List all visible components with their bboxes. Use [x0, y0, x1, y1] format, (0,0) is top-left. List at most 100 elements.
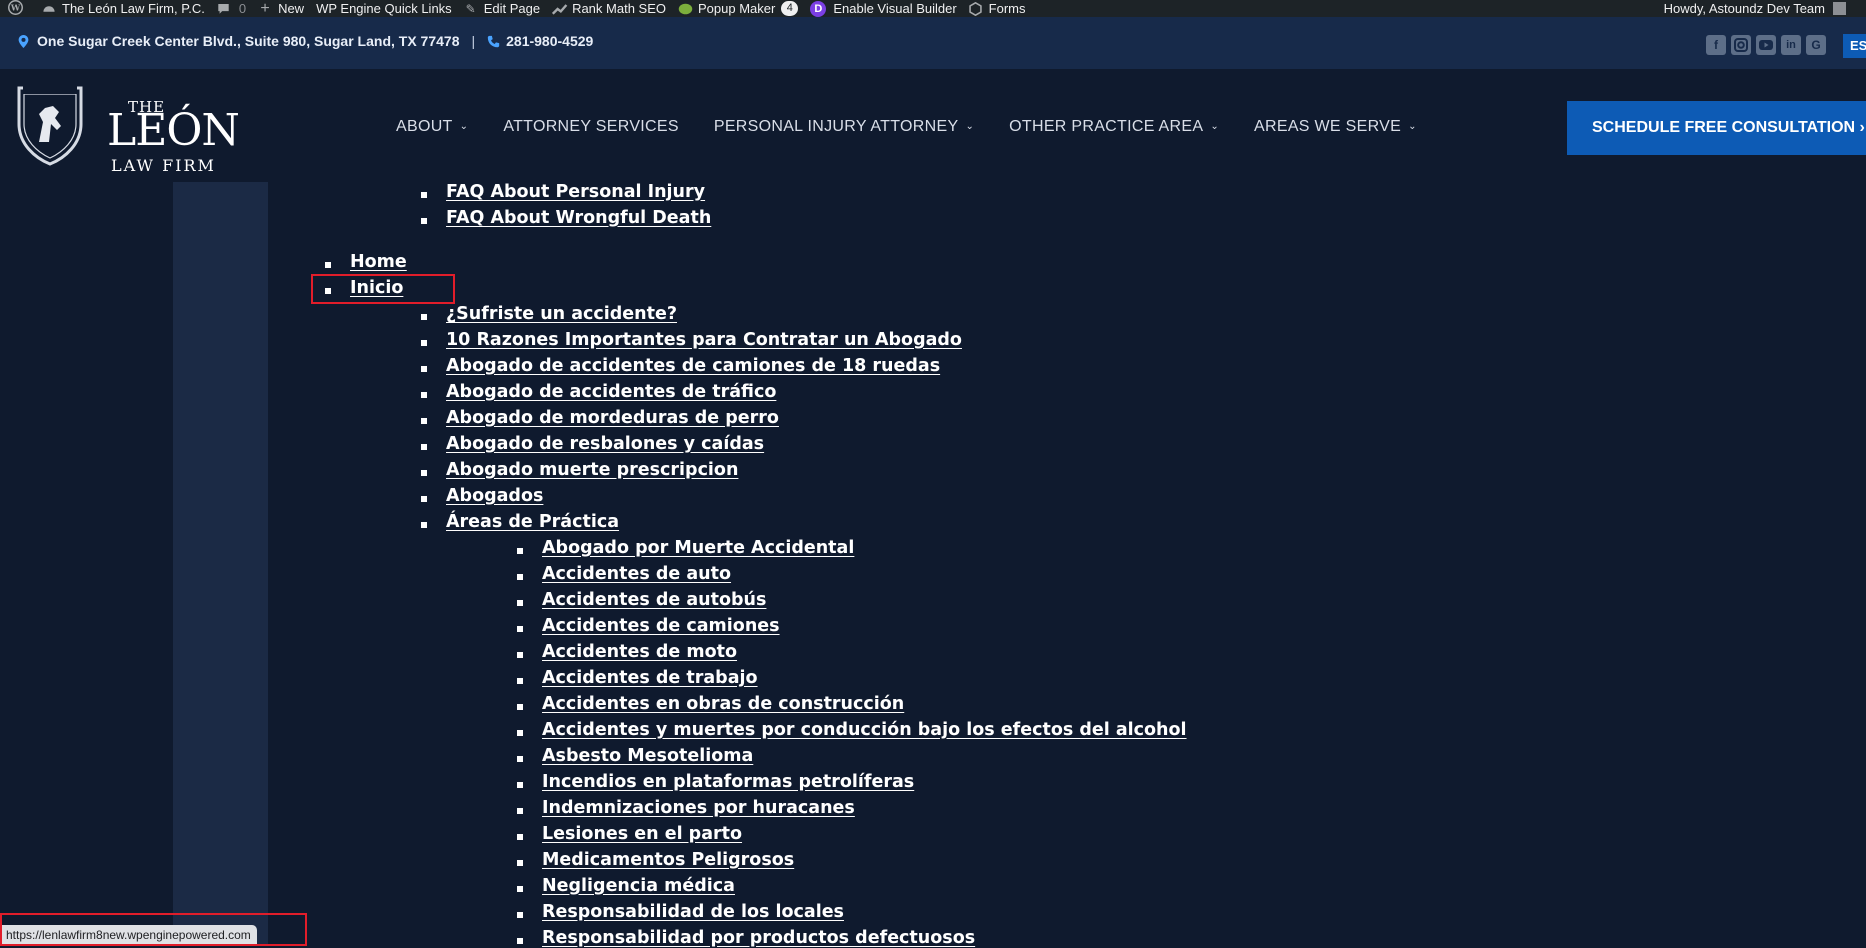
list-item-link[interactable]: Abogado de accidentes de tráfico — [446, 382, 776, 402]
list-item-link[interactable]: Medicamentos Peligrosos — [542, 850, 794, 870]
wp-engine-label: WP Engine Quick Links — [316, 1, 452, 16]
list-item-link[interactable]: Lesiones en el parto — [542, 824, 742, 844]
nav-attorney-services-label: ATTORNEY SERVICES — [503, 118, 679, 135]
list-bullet — [517, 834, 523, 840]
list-bullet — [325, 262, 331, 268]
nav-personal-injury-label: PERSONAL INJURY ATTORNEY — [713, 118, 959, 135]
list-bullet — [421, 340, 427, 346]
list-item-link[interactable]: Abogados — [446, 486, 543, 506]
list-bullet — [517, 886, 523, 892]
comment-icon — [217, 2, 231, 16]
comments-link[interactable]: 0 — [217, 0, 246, 17]
list-item-link[interactable]: Abogado por Muerte Accidental — [542, 538, 854, 558]
logo-law-firm: LAW FIRM — [111, 156, 216, 175]
faq-personal-injury-link[interactable]: FAQ About Personal Injury — [446, 182, 705, 202]
forms-label: Forms — [988, 1, 1026, 16]
edit-page-link[interactable]: ✎ Edit Page — [464, 0, 540, 17]
list-item-link[interactable]: Negligencia médica — [542, 876, 735, 896]
nav-areas-we-serve-label: AREAS WE SERVE — [1254, 118, 1402, 135]
new-label: New — [278, 1, 305, 16]
forms-link[interactable]: Forms — [969, 0, 1026, 17]
list-bullet — [421, 470, 427, 476]
list-item-link[interactable]: Accidentes de camiones — [542, 616, 780, 636]
wordpress-icon: W — [6, 0, 24, 17]
list-item-link[interactable]: Abogado de mordeduras de perro — [446, 408, 779, 428]
list-bullet — [421, 522, 427, 528]
popup-maker-link[interactable]: Popup Maker 4 — [678, 0, 799, 17]
visual-builder-link[interactable]: D Enable Visual Builder — [810, 0, 957, 17]
social-links: f in G — [1706, 35, 1831, 55]
list-bullet — [517, 860, 523, 866]
schedule-consultation-button[interactable]: SCHEDULE FREE CONSULTATION › — [1567, 101, 1866, 155]
list-bullet — [421, 218, 427, 224]
svg-text:W: W — [9, 3, 20, 13]
wp-engine-quick-links[interactable]: WP Engine Quick Links — [316, 0, 452, 17]
list-bullet — [517, 574, 523, 580]
list-bullet — [517, 626, 523, 632]
site-name-label: The León Law Firm, P.C. — [62, 1, 205, 16]
new-content-link[interactable]: + New — [258, 0, 304, 17]
list-item-link[interactable]: Abogado de accidentes de camiones de 18 … — [446, 356, 940, 376]
list-bullet — [517, 756, 523, 762]
nav-personal-injury-attorney[interactable]: PERSONAL INJURY ATTORNEY ⌄ — [714, 118, 974, 136]
list-bullet — [517, 808, 523, 814]
list-item-link[interactable]: Áreas de Práctica — [446, 512, 619, 532]
list-item-link[interactable]: Accidentes de moto — [542, 642, 737, 662]
list-bullet — [517, 652, 523, 658]
list-bullet — [517, 600, 523, 606]
phone-link[interactable]: 281-980-4529 — [506, 33, 593, 49]
list-item-link[interactable]: Accidentes de trabajo — [542, 668, 758, 688]
youtube-icon[interactable] — [1756, 35, 1776, 55]
nav-attorney-services[interactable]: ATTORNEY SERVICES — [503, 118, 679, 136]
list-item-link[interactable]: Abogado muerte prescripcion — [446, 460, 738, 480]
top-info-bar: One Sugar Creek Center Blvd., Suite 980,… — [0, 17, 1866, 69]
list-bullet — [517, 678, 523, 684]
list-item-link[interactable]: Accidentes en obras de construcción — [542, 694, 904, 714]
nav-about[interactable]: ABOUT ⌄ — [396, 118, 468, 136]
nav-other-practice-area[interactable]: OTHER PRACTICE AREA ⌄ — [1009, 118, 1219, 136]
comments-count: 0 — [238, 1, 247, 16]
chevron-down-icon: ⌄ — [1408, 120, 1417, 132]
site-logo[interactable]: THE LEÓN LAW FIRM — [15, 82, 240, 175]
popup-maker-icon — [678, 2, 693, 16]
list-bullet — [421, 496, 427, 502]
list-item-link[interactable]: Indemnizaciones por huracanes — [542, 798, 855, 818]
list-bullet — [421, 192, 427, 198]
language-switcher[interactable]: ES — [1843, 34, 1866, 58]
list-item-link[interactable]: Accidentes de autobús — [542, 590, 766, 610]
linkedin-icon[interactable]: in — [1781, 35, 1801, 55]
instagram-icon[interactable] — [1731, 35, 1751, 55]
site-name-link[interactable]: The León Law Firm, P.C. — [42, 0, 205, 17]
list-item-link[interactable]: Asbesto Mesotelioma — [542, 746, 753, 766]
google-icon[interactable]: G — [1806, 35, 1826, 55]
list-item-link[interactable]: Accidentes de auto — [542, 564, 731, 584]
dashboard-icon — [42, 2, 56, 16]
list-item-link[interactable]: Accidentes y muertes por conducción bajo… — [542, 720, 1187, 740]
visual-builder-label: Enable Visual Builder — [833, 1, 957, 16]
howdy-label: Howdy, Astoundz Dev Team — [1663, 1, 1825, 16]
list-bullet — [421, 366, 427, 372]
separator: | — [471, 33, 476, 49]
list-item-link[interactable]: Responsabilidad por productos defectuoso… — [542, 928, 975, 948]
list-item-link[interactable]: ¿Sufriste un accidente? — [446, 304, 677, 324]
address-link[interactable]: One Sugar Creek Center Blvd., Suite 980,… — [37, 33, 459, 49]
account-menu[interactable]: Howdy, Astoundz Dev Team — [1664, 0, 1846, 17]
rank-math-link[interactable]: Rank Math SEO — [552, 0, 666, 17]
avatar — [1833, 2, 1846, 15]
list-bullet — [517, 782, 523, 788]
nav-other-practice-label: OTHER PRACTICE AREA — [1009, 118, 1204, 135]
highlight-box — [311, 274, 455, 304]
plus-icon: + — [260, 0, 270, 17]
list-item-link[interactable]: Abogado de resbalones y caídas — [446, 434, 764, 454]
nav-areas-we-serve[interactable]: AREAS WE SERVE ⌄ — [1254, 118, 1417, 136]
list-bullet — [517, 704, 523, 710]
home-link[interactable]: Home — [350, 252, 407, 272]
facebook-icon[interactable]: f — [1706, 35, 1726, 55]
wordpress-logo-button[interactable]: W — [6, 0, 30, 17]
chevron-down-icon: ⌄ — [965, 120, 975, 132]
faq-wrongful-death-link[interactable]: FAQ About Wrongful Death — [446, 208, 711, 228]
list-item-link[interactable]: Responsabilidad de los locales — [542, 902, 844, 922]
list-bullet — [517, 548, 523, 554]
list-item-link[interactable]: Incendios en plataformas petrolíferas — [542, 772, 914, 792]
list-item-link[interactable]: 10 Razones Importantes para Contratar un… — [446, 330, 962, 350]
